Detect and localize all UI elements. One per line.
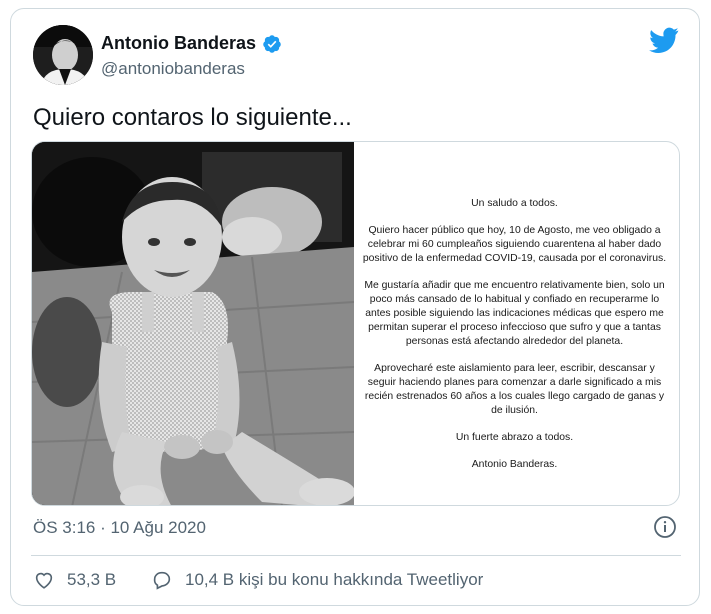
author-name-row: Antonio Banderas [101, 33, 282, 54]
tweet-timestamp[interactable]: ÖS 3:16 · 10 Ağu 2020 [33, 518, 206, 538]
baby-photo [32, 142, 355, 505]
conversation-link[interactable]: 10,4 B kişi bu konu hakkında Tweetliyor [151, 569, 483, 591]
letter-text: Un saludo a todos. Quiero hacer público … [362, 197, 667, 485]
twitter-logo-icon[interactable] [649, 27, 679, 53]
conversation-text: 10,4 B kişi bu konu hakkında Tweetliyor [185, 570, 484, 589]
letter-signature: Antonio Banderas. [471, 459, 558, 470]
divider [31, 555, 681, 556]
tweet-media[interactable]: Un saludo a todos. Quiero hacer público … [31, 141, 680, 506]
like-button[interactable]: 53,3 B [33, 569, 116, 591]
letter-paragraph: Me gustaría añadir que me encuentro rela… [364, 280, 665, 347]
verified-badge-icon [263, 34, 281, 53]
letter-paragraph: Quiero hacer público que hoy, 10 de Agos… [362, 225, 667, 264]
letter-paragraph: Un saludo a todos. [471, 198, 558, 209]
info-icon[interactable] [653, 515, 677, 539]
tweet-card: Antonio Banderas @antoniobanderas Quiero… [10, 8, 700, 606]
speech-bubble-icon [153, 571, 171, 590]
author-handle[interactable]: @antoniobanderas [101, 59, 245, 79]
author-name[interactable]: Antonio Banderas [101, 33, 256, 54]
letter-paragraph: Un fuerte abrazo a todos. [455, 432, 574, 443]
avatar[interactable] [33, 25, 93, 85]
tweet-text: Quiero contaros lo siguiente... [33, 104, 352, 131]
like-count: 53,3 B [67, 570, 117, 589]
letter-paragraph: Aprovecharé este aislamiento para leer, … [364, 363, 665, 416]
heart-icon [35, 572, 53, 589]
